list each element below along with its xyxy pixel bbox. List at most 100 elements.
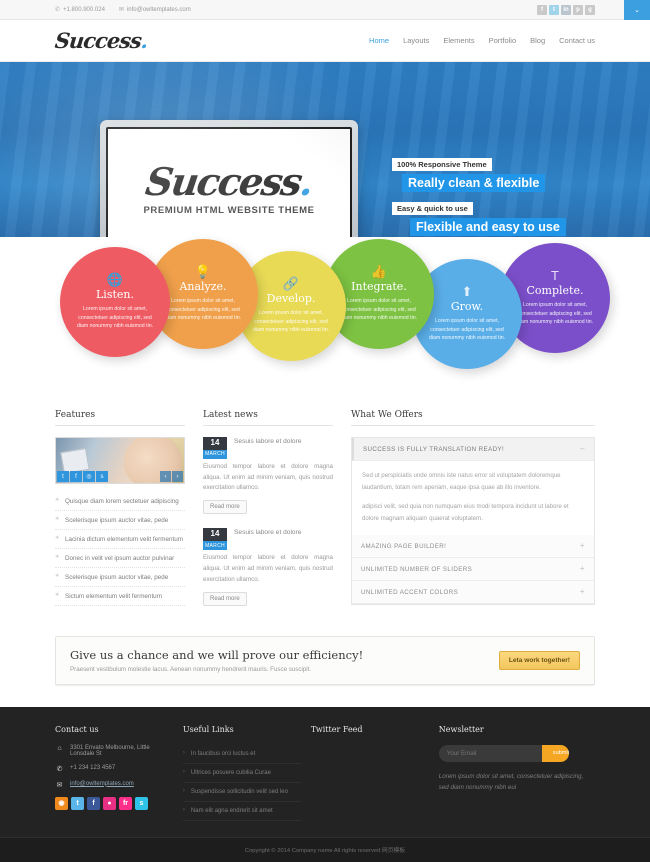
- linkedin-icon[interactable]: in: [561, 4, 571, 15]
- hero-banner-1-small: 100% Responsive Theme: [392, 158, 492, 171]
- laptop-screen-logo: Success.: [143, 159, 315, 204]
- circle-text: Lorem ipsum dolor sit amet, consectetuer…: [516, 301, 594, 326]
- footer-phone-text: +1 234 123 4567: [70, 764, 116, 771]
- news-date-badge: 14 MARCH: [203, 437, 227, 459]
- facebook-icon[interactable]: f: [537, 4, 547, 15]
- list-item[interactable]: Nam elit agna endrerit sit amet: [182, 802, 301, 821]
- feature-image-overlay: t f ◎ s ‹ ›: [56, 470, 184, 483]
- circle-title: Integrate.: [351, 279, 407, 293]
- accordion-paragraph: Sed ut perspiciatis unde omnis iste natu…: [362, 472, 561, 491]
- process-circles: 🌐 Listen. Lorem ipsum dolor sit amet, co…: [0, 237, 650, 392]
- footer-newsletter-title: Newsletter: [438, 724, 484, 734]
- circle-title: Develop.: [266, 291, 316, 305]
- nav-item-home[interactable]: Home: [369, 36, 389, 45]
- footer-contact-title: Contact us: [55, 724, 99, 734]
- globe-icon[interactable]: ◎: [83, 471, 95, 482]
- nav-item-layouts[interactable]: Layouts: [403, 36, 429, 45]
- google-plus-icon[interactable]: g: [585, 4, 595, 15]
- copyright-bar: Copyright © 2014 Company name All rights…: [0, 836, 650, 862]
- circle-text: Lorem ipsum dolor sit amet, consectetuer…: [428, 317, 506, 342]
- plus-icon: +: [579, 541, 585, 551]
- accordion-header-translation-ready[interactable]: SUCCESS IS FULLY TRANSLATION READY! –: [352, 438, 594, 461]
- facebook-icon[interactable]: f: [70, 471, 82, 482]
- top-bar: ✆ +1.800.900.024 ✉ info@owltemplates.com…: [0, 0, 650, 20]
- facebook-icon[interactable]: f: [87, 796, 100, 810]
- twitter-icon[interactable]: t: [71, 796, 84, 810]
- laptop-screen-logo-dot: .: [297, 158, 315, 204]
- phone-icon: ✆: [56, 765, 63, 773]
- offers-heading-text: What We Offers: [351, 410, 423, 420]
- features-heading: Features: [55, 410, 185, 426]
- newsletter-form: submit: [438, 744, 569, 762]
- footer-newsletter-column: Newsletter submit Lorem ipsum dolor sit …: [438, 724, 595, 821]
- circle-item-listen[interactable]: 🌐 Listen. Lorem ipsum dolor sit amet, co…: [60, 247, 170, 357]
- list-item[interactable]: Ultrices posuere cubilia Curae: [182, 764, 301, 783]
- news-day: 14: [203, 437, 227, 450]
- accordion-header-sliders[interactable]: UNLIMITED NUMBER OF SLIDERS +: [352, 558, 594, 582]
- plus-icon: +: [579, 564, 585, 574]
- flickr-icon[interactable]: fr: [119, 796, 132, 810]
- rss-icon[interactable]: ◉: [55, 796, 68, 810]
- newsletter-email-input[interactable]: [438, 744, 542, 762]
- accordion-label: UNLIMITED ACCENT COLORS: [361, 588, 459, 596]
- list-item[interactable]: Quisque diam lorem sectetuer adipiscing: [55, 492, 185, 511]
- page-root: ✆ +1.800.900.024 ✉ info@owltemplates.com…: [0, 0, 650, 862]
- twitter-icon[interactable]: t: [549, 4, 559, 15]
- topbar-social-list: f t in p g: [537, 4, 595, 15]
- topbar-phone: ✆ +1.800.900.024: [55, 6, 105, 14]
- news-title[interactable]: Sesuis labore et dolore: [234, 437, 301, 459]
- twitter-icon[interactable]: t: [57, 471, 69, 482]
- topbar-email[interactable]: ✉ info@owltemplates.com: [118, 6, 191, 14]
- circle-text: Lorem ipsum dolor sit amet, consectetuer…: [340, 297, 418, 322]
- accordion-header-page-builder[interactable]: AMAZING PAGE BUILDER! +: [352, 535, 594, 559]
- next-slide-button[interactable]: ›: [172, 471, 183, 482]
- cta-button[interactable]: Leta work together!: [498, 650, 580, 670]
- offers-column: What We Offers SUCCESS IS FULLY TRANSLAT…: [351, 410, 595, 620]
- circle-text: Lorem ipsum dolor sit amet, consectetuer…: [76, 305, 154, 330]
- news-month: MARCH: [203, 449, 227, 459]
- list-item[interactable]: Scelerisque ipsum auctor vitae, pede: [55, 568, 185, 587]
- pinterest-icon[interactable]: p: [573, 4, 583, 15]
- offers-heading: What We Offers: [351, 410, 595, 426]
- circle-text: Lorem ipsum dolor sit amet, consectetuer…: [252, 309, 330, 334]
- newsletter-submit-button[interactable]: submit: [541, 744, 569, 762]
- nav-item-elements[interactable]: Elements: [443, 36, 474, 45]
- cta-subtitle: Praesent vestibulum molestie lacus. Aene…: [70, 665, 312, 673]
- read-more-button[interactable]: Read more: [203, 500, 247, 515]
- prev-slide-button[interactable]: ‹: [160, 471, 171, 482]
- site-logo[interactable]: Success.: [54, 28, 149, 53]
- envelope-icon: ✉: [56, 781, 63, 789]
- accordion-label: UNLIMITED NUMBER OF SLIDERS: [361, 565, 473, 573]
- dribbble-icon[interactable]: ●: [103, 796, 116, 810]
- features-column: Features t f ◎ s ‹ › Quisque diam: [55, 410, 185, 620]
- topbar-toggle-button[interactable]: ⌄: [624, 0, 650, 20]
- accordion-label: AMAZING PAGE BUILDER!: [361, 542, 447, 550]
- accordion-label: SUCCESS IS FULLY TRANSLATION READY!: [363, 445, 505, 453]
- read-more-button[interactable]: Read more: [203, 591, 247, 606]
- nav-item-portfolio[interactable]: Portfolio: [489, 36, 517, 45]
- list-item[interactable]: Donec in velit vel ipsum auctor pulvinar: [55, 549, 185, 568]
- footer-links-list: In faucibus orci luctus et Ultrices posu…: [182, 745, 301, 821]
- laptop-screen: Success. PREMIUM HTML WEBSITE THEME: [106, 127, 352, 237]
- circle-title: Analyze.: [179, 279, 227, 293]
- skype-icon[interactable]: s: [135, 796, 148, 810]
- list-item[interactable]: Suspendisse sollicitudin velit sed leo: [182, 783, 301, 802]
- footer-email[interactable]: ✉ info@owltemplates.com: [55, 781, 173, 789]
- envelope-icon: ✉: [118, 7, 124, 13]
- news-heading-text: Latest news: [203, 410, 258, 420]
- list-item[interactable]: Scelerisque ipsum auctor vitae, pede: [55, 511, 185, 530]
- list-item[interactable]: In faucibus orci luctus et: [182, 745, 301, 764]
- hero-slider: Success. PREMIUM HTML WEBSITE THEME 100%…: [0, 62, 650, 237]
- nav-item-contact-us[interactable]: Contact us: [559, 36, 595, 45]
- list-item[interactable]: Lacinia dictum elementum velit fermentum: [55, 530, 185, 549]
- footer-email-link[interactable]: info@owltemplates.com: [70, 781, 134, 787]
- skype-icon[interactable]: s: [96, 471, 108, 482]
- accordion-header-accent-colors[interactable]: UNLIMITED ACCENT COLORS +: [352, 581, 594, 605]
- footer-twitter-column: Twitter Feed: [311, 725, 439, 821]
- list-item[interactable]: Sictum elementum velit fermentum: [55, 587, 185, 606]
- latest-news-column: Latest news 14 MARCH Sesuis labore et do…: [203, 410, 333, 620]
- nav-item-blog[interactable]: Blog: [530, 36, 545, 45]
- footer-address-text: 3301 Envato Melbourne, Little Lonsdale S…: [70, 744, 150, 757]
- news-title[interactable]: Sesuis labore et dolore: [234, 528, 301, 550]
- laptop-screen-subtitle: PREMIUM HTML WEBSITE THEME: [143, 204, 315, 216]
